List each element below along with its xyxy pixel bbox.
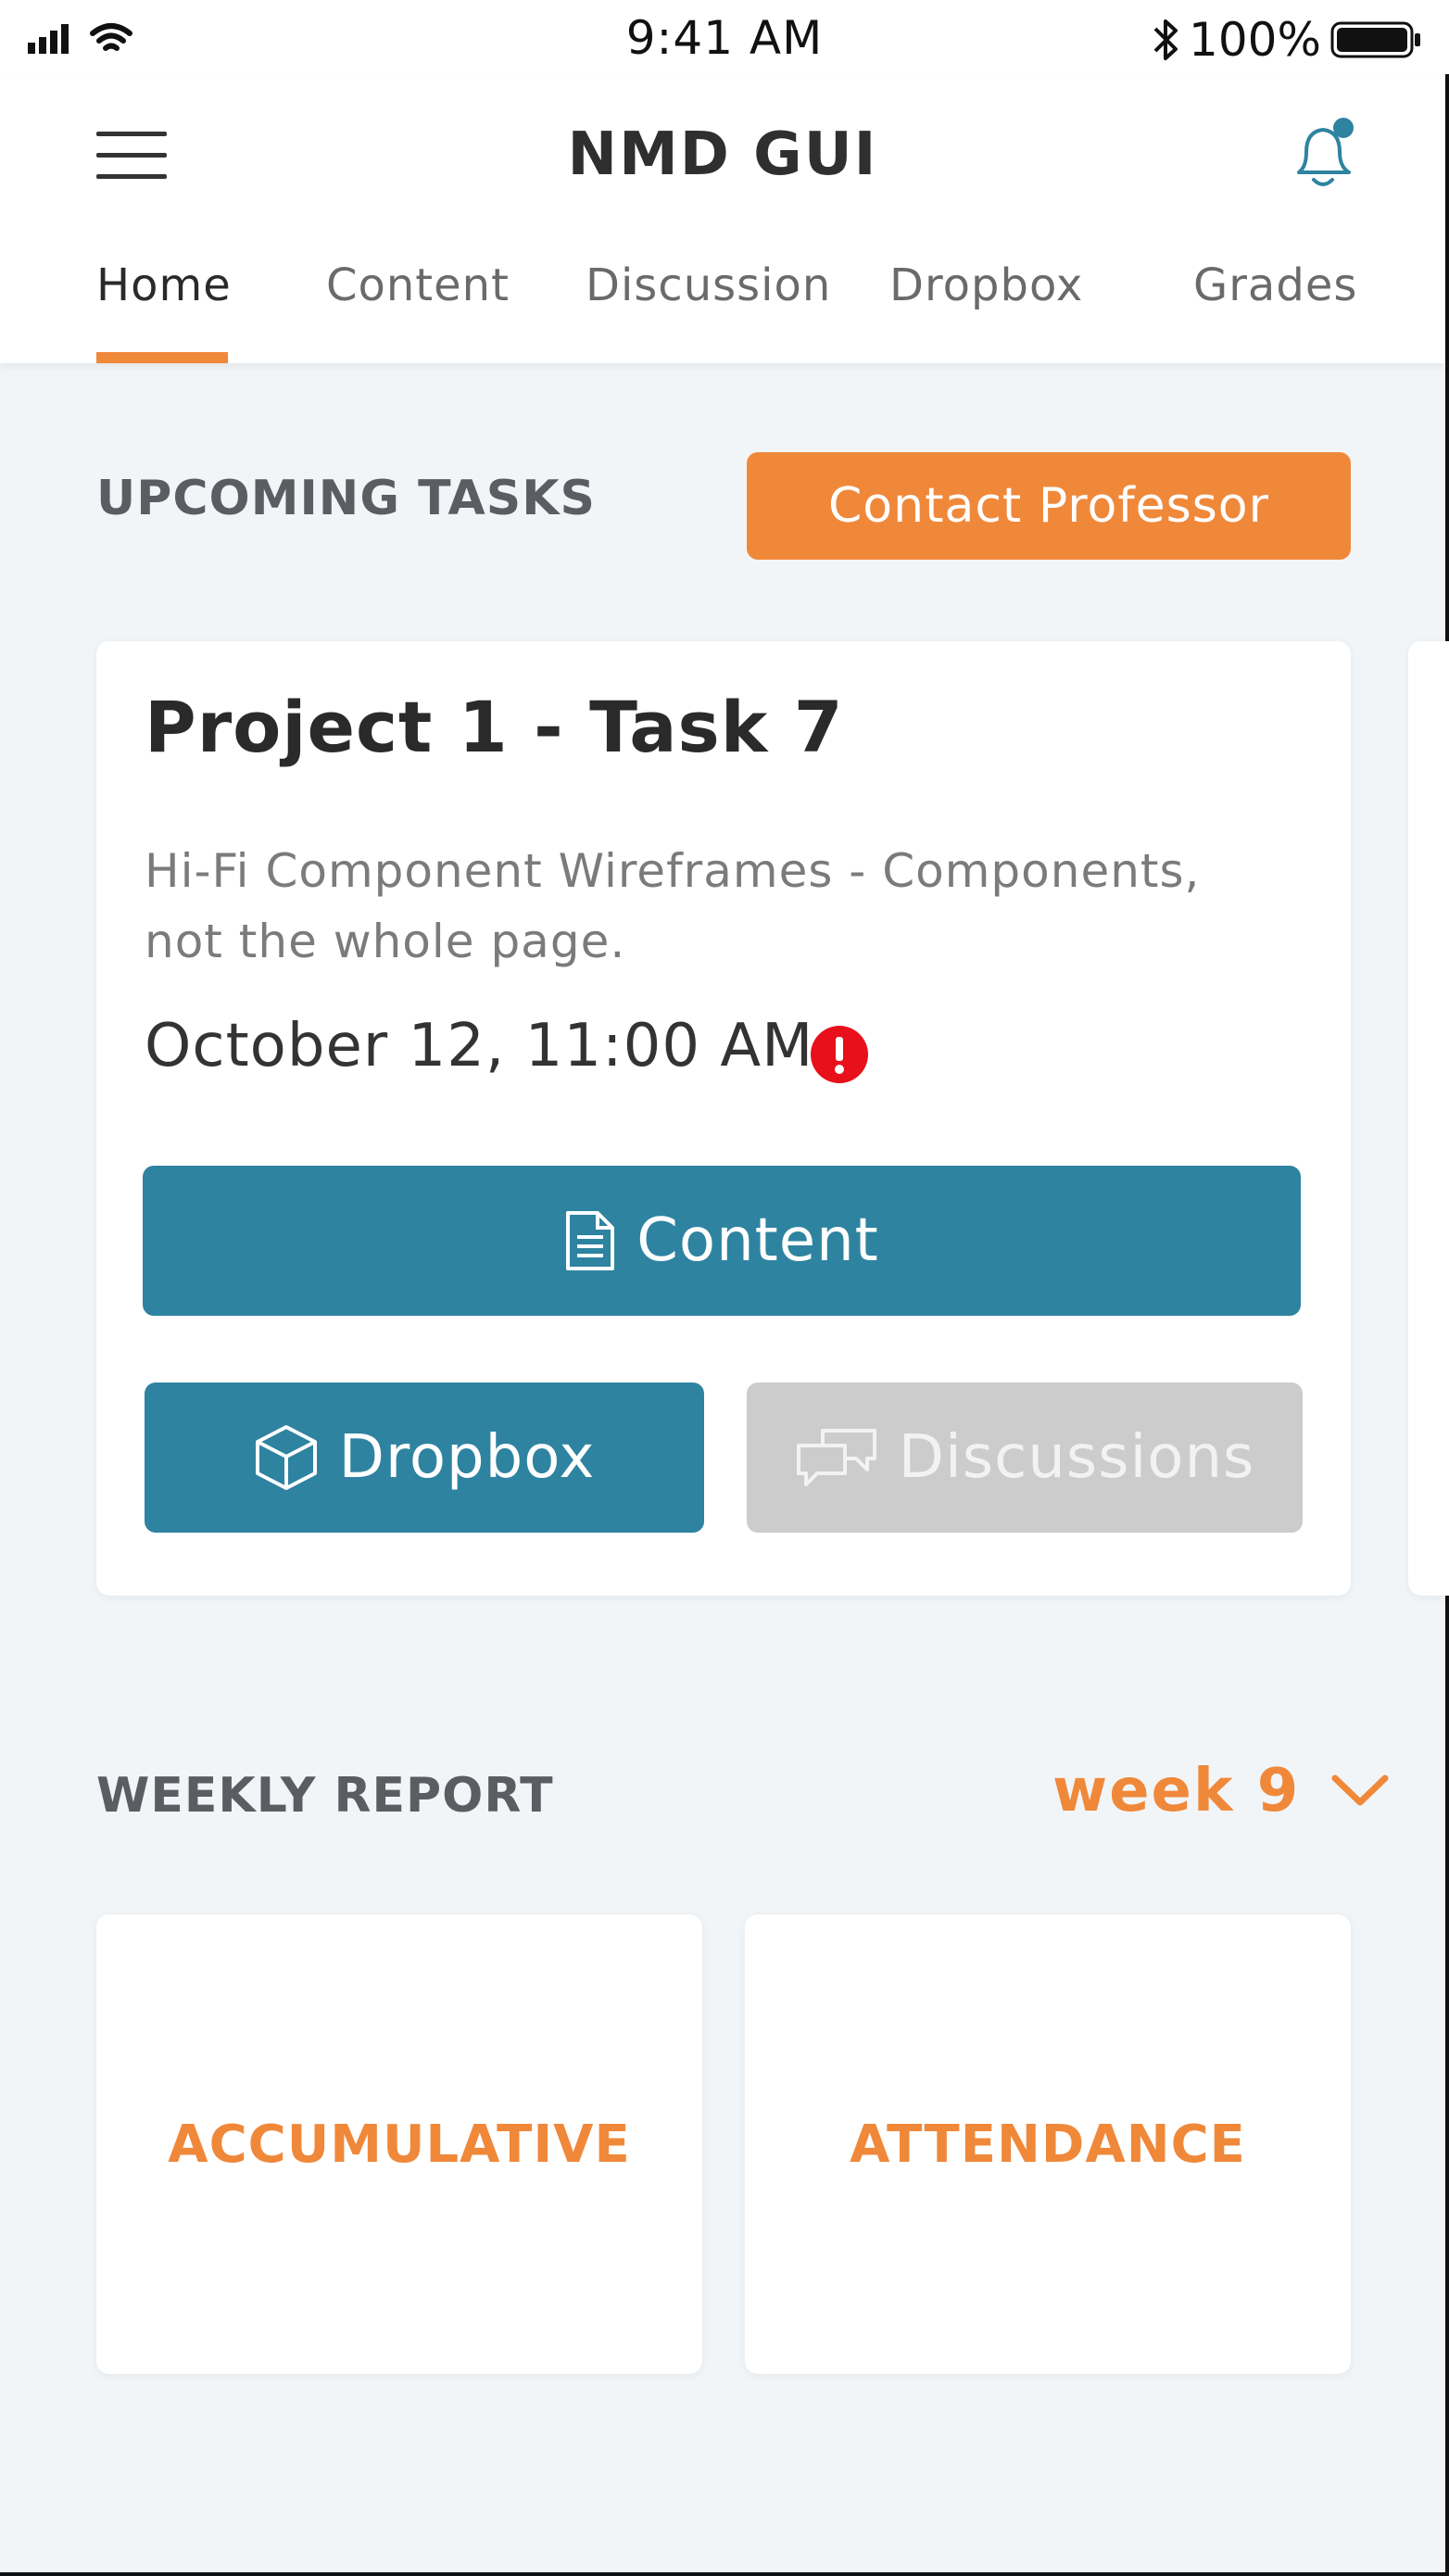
attendance-label: ATTENDANCE: [850, 2114, 1246, 2175]
bell-icon[interactable]: [1288, 115, 1362, 198]
week-selector-label: week 9: [1052, 1757, 1301, 1825]
task-description: Hi-Fi Component Wireframes - Components,…: [145, 844, 1201, 968]
attendance-card[interactable]: ATTENDANCE: [745, 1914, 1351, 2374]
accumulative-label: ACCUMULATIVE: [168, 2114, 631, 2175]
chevron-down-icon: [1331, 1774, 1389, 1806]
tab-discussion[interactable]: Discussion: [586, 259, 831, 311]
battery-percent: 100%: [1189, 13, 1321, 67]
discussions-button-label: Discussions: [898, 1423, 1255, 1492]
tab-dropbox[interactable]: Dropbox: [889, 259, 1083, 311]
tab-bar: Home Content Discussion Dropbox Grades: [0, 259, 1445, 363]
content-button-label: Content: [636, 1206, 879, 1275]
tab-content[interactable]: Content: [326, 259, 510, 311]
status-bar: 9:41 AM 100%: [0, 0, 1449, 74]
next-task-card-peek[interactable]: [1408, 641, 1449, 1596]
dropbox-button-label: Dropbox: [338, 1423, 596, 1492]
tab-home[interactable]: Home: [96, 259, 232, 311]
chat-bubbles-icon: [796, 1429, 876, 1486]
box-icon: [255, 1425, 317, 1490]
contact-professor-button[interactable]: Contact Professor: [747, 452, 1351, 560]
task-due-date: October 12, 11:00 AM: [145, 1012, 814, 1080]
active-tab-indicator: [96, 352, 228, 363]
bluetooth-icon: [1153, 19, 1178, 60]
status-right: 100%: [1152, 13, 1423, 67]
weekly-report-title: WEEKLY REPORT: [96, 1768, 554, 1824]
battery-icon: [1330, 21, 1420, 58]
app-header: NMD GUI Home Content Discussion Dropbox …: [0, 74, 1445, 363]
document-icon: [566, 1211, 615, 1270]
week-selector[interactable]: week 9: [1052, 1757, 1389, 1825]
upcoming-tasks-title: UPCOMING TASKS: [96, 471, 596, 526]
tab-grades[interactable]: Grades: [1193, 259, 1357, 311]
discussions-button[interactable]: Discussions: [747, 1383, 1303, 1533]
app-title: NMD GUI: [567, 120, 878, 189]
dropbox-button[interactable]: Dropbox: [145, 1383, 704, 1533]
accumulative-card[interactable]: ACCUMULATIVE: [96, 1914, 702, 2374]
content-button[interactable]: Content: [143, 1166, 1301, 1316]
alert-icon: [811, 1026, 868, 1083]
task-card[interactable]: Project 1 - Task 7 Hi-Fi Component Wiref…: [96, 641, 1351, 1596]
task-title: Project 1 - Task 7: [145, 686, 844, 768]
app-frame: 9:41 AM 100% NMD GUI Home Content Discus…: [0, 0, 1449, 2576]
